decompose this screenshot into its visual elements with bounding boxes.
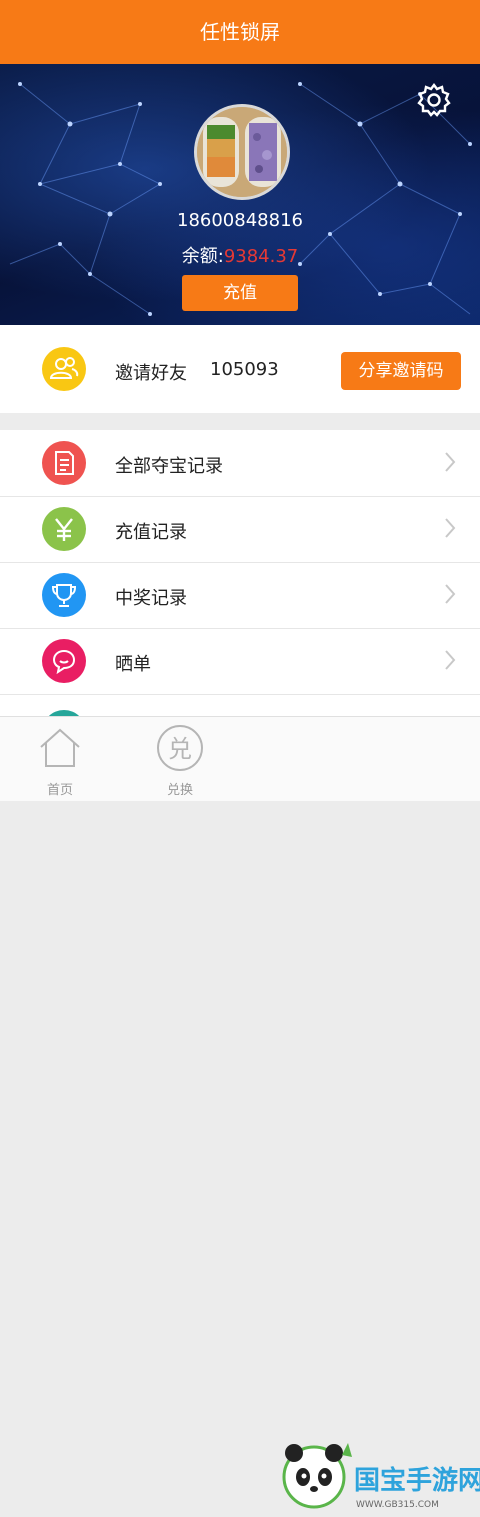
menu-item-all-records[interactable]: 全部夺宝记录	[0, 430, 480, 497]
profile-banner: 18600848816 余额:9384.37 充值	[0, 64, 480, 325]
chat-icon	[42, 639, 86, 683]
balance-label: 余额:	[181, 246, 224, 267]
document-icon	[42, 441, 86, 485]
gear-icon[interactable]	[416, 82, 452, 118]
chevron-right-icon	[445, 452, 456, 472]
share-invite-code-button[interactable]: 分享邀请码	[341, 352, 461, 390]
invite-friends-label: 邀请好友	[115, 363, 187, 384]
invite-code: 105093	[210, 359, 279, 380]
chevron-right-icon	[445, 650, 456, 670]
friends-icon	[42, 347, 86, 391]
svg-text:WWW.GB315.COM: WWW.GB315.COM	[356, 1500, 439, 1510]
menu-item-winning-records[interactable]: 中奖记录	[0, 562, 480, 629]
menu-item-label: 晒单	[115, 654, 151, 675]
invite-section: 邀请好友 105093 分享邀请码	[0, 325, 480, 413]
app-header: 任性锁屏	[0, 0, 480, 64]
tab-home[interactable]: 首页	[20, 717, 100, 801]
svg-text:兑: 兑	[168, 735, 192, 763]
chevron-right-icon	[445, 518, 456, 538]
menu-item-label: 中奖记录	[115, 588, 187, 609]
balance-line: 余额:9384.37	[0, 242, 480, 268]
watermark-logo: 国宝手游网 WWW.GB315.COM	[282, 1443, 480, 1510]
user-phone: 18600848816	[177, 210, 303, 231]
yen-icon	[42, 507, 86, 551]
menu-item-recharge-records[interactable]: 充值记录	[0, 496, 480, 563]
menu-item-label: 全部夺宝记录	[115, 456, 223, 477]
svg-text:国宝手游网: 国宝手游网	[354, 1465, 480, 1496]
chevron-right-icon	[445, 584, 456, 604]
tab-exchange[interactable]: 兑 兑换	[140, 717, 220, 801]
tab-label: 首页	[46, 783, 73, 798]
avatar[interactable]	[194, 104, 290, 200]
balance-value: 9384.37	[223, 246, 299, 267]
tab-label: 兑换	[166, 783, 193, 798]
exchange-icon: 兑	[157, 725, 203, 771]
home-icon	[40, 728, 80, 767]
bottom-tab-bar: 首页 兑 兑换 国宝手游网 WWW.GB315.COM	[0, 716, 480, 1510]
avatar-image	[197, 107, 287, 197]
records-menu: 全部夺宝记录 充值记录 中奖记录 晒单	[0, 430, 480, 754]
menu-item-label: 充值记录	[115, 522, 187, 543]
recharge-button[interactable]: 充值	[182, 275, 298, 311]
page-title: 任性锁屏	[200, 20, 280, 44]
trophy-icon	[42, 573, 86, 617]
menu-item-show-orders[interactable]: 晒单	[0, 628, 480, 695]
